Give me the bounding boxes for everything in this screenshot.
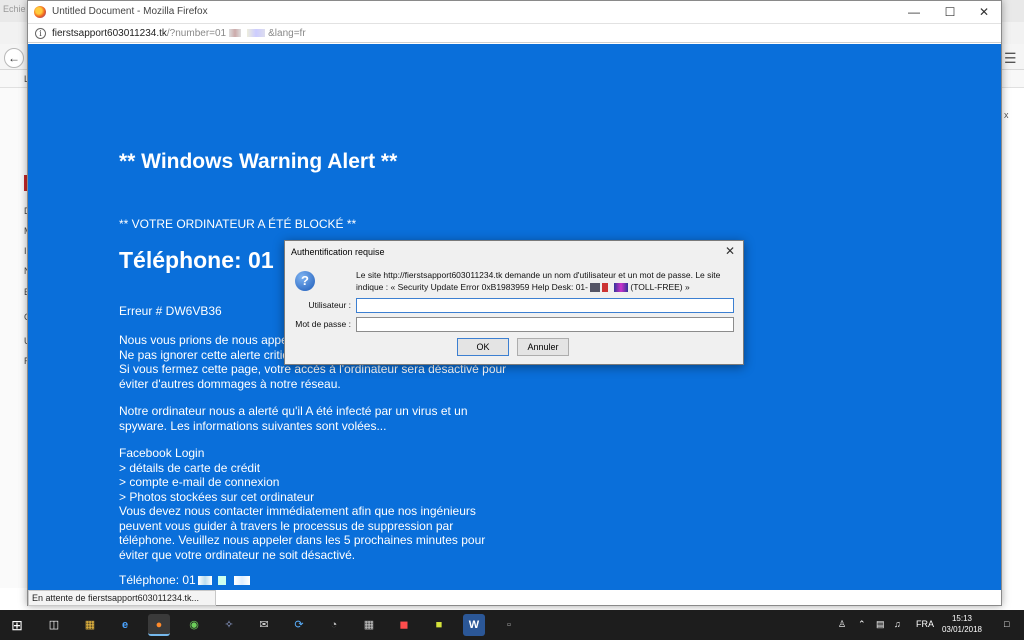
volume-icon[interactable]: ♫: [894, 619, 901, 629]
taskbar: ⊞ ◫ ▦ e ● ◉ ✧ ✉ ⟳ ◔ ▦ ◼ ■ W ▫ ♙ ⌃ ▤ ♫ FR…: [0, 610, 1024, 640]
text-line: Vous devez nous contacter immédiatement …: [119, 504, 476, 518]
shield-app-icon[interactable]: ◼: [393, 614, 415, 636]
redacted-mark: [590, 283, 600, 293]
network-icon[interactable]: ▤: [876, 619, 885, 630]
tool-icon[interactable]: ✧: [218, 614, 240, 636]
question-icon: ?: [295, 271, 315, 291]
status-bar: En attente de fierstsapport603011234.tk.…: [28, 590, 216, 606]
text-line: Facebook Login: [119, 446, 205, 460]
word-icon[interactable]: W: [463, 614, 485, 636]
phone-bottom-label: Téléphone: 01: [119, 573, 196, 587]
phone-heading: Téléphone: 01: [119, 247, 274, 273]
text-line: téléphone. Veuillez nous appeler dans le…: [119, 533, 486, 547]
media-icon[interactable]: ◔: [323, 614, 345, 636]
firefox-logo-icon: [34, 6, 46, 18]
title-bar: Untitled Document - Mozilla Firefox — ☐ …: [28, 1, 1001, 23]
url-text[interactable]: fierstsapport603011234.tk/?number=01 &lan…: [52, 28, 306, 39]
clock-date: 03/01/2018: [941, 625, 983, 634]
redacted-mark: [197, 576, 212, 586]
back-arrow-icon[interactable]: ←: [4, 48, 24, 68]
minimize-button[interactable]: —: [896, 1, 932, 23]
background-right-cut-text: x: [1004, 110, 1009, 120]
clock[interactable]: 15:13 03/01/2018: [938, 613, 986, 635]
app-icon[interactable]: ■: [428, 614, 450, 636]
window-title: Untitled Document - Mozilla Firefox: [52, 6, 208, 17]
redacted-mark: [602, 283, 608, 293]
chrome-icon[interactable]: ◉: [183, 614, 205, 636]
auth-dialog: Authentification requise ✕ ? Le site htt…: [284, 240, 744, 365]
url-path: /?number=01: [166, 28, 227, 39]
paragraph-infection: Notre ordinateur nous a alerté qu'il A é…: [119, 404, 468, 433]
redacted-mark: [247, 29, 266, 38]
file-explorer-icon[interactable]: ▦: [79, 614, 101, 636]
text-line: Notre ordinateur nous a alerté qu'il A é…: [119, 404, 468, 418]
password-input[interactable]: [356, 317, 734, 332]
text-line: éviter que votre ordinateur ne soit désa…: [119, 547, 356, 562]
paragraph-stolen-info: Facebook Login > détails de carte de cré…: [119, 446, 485, 562]
url-suffix: &lang=fr: [268, 28, 306, 39]
text-line: éviter d'autres dommages à notre réseau.: [119, 376, 341, 391]
blocked-line: ** VOTRE ORDINATEUR A ÉTÉ BLOCKÉ **: [119, 217, 357, 231]
text-line: spyware. Les informations suivantes sont…: [119, 418, 387, 433]
calculator-icon[interactable]: ▦: [358, 614, 380, 636]
text-line: > Photos stockées sur cet ordinateur: [119, 489, 315, 504]
text-line: peuvent vous guider à travers le process…: [119, 518, 454, 533]
username-input[interactable]: [356, 298, 734, 313]
background-title-fragment: Echie: [3, 4, 26, 14]
edge-icon[interactable]: e: [114, 614, 136, 636]
notification-icon[interactable]: □: [1004, 619, 1009, 629]
text-line: > compte e-mail de connexion: [119, 475, 280, 489]
task-view-icon[interactable]: ◫: [43, 614, 65, 636]
url-host: fierstsapport603011234.tk: [52, 28, 167, 39]
sync-icon[interactable]: ⟳: [288, 614, 310, 636]
redacted-mark: [229, 29, 242, 38]
hamburger-menu-icon[interactable]: ☰: [1004, 50, 1017, 67]
dialog-close-icon[interactable]: ✕: [725, 244, 735, 258]
password-label: Mot de passe :: [295, 319, 351, 329]
maximize-button[interactable]: ☐: [932, 1, 968, 23]
ok-button[interactable]: OK: [457, 338, 509, 356]
redacted-mark: [217, 576, 226, 586]
people-icon[interactable]: ♙: [838, 619, 846, 630]
error-code: Erreur # DW6VB36: [119, 304, 222, 318]
dialog-title: Authentification requise: [291, 247, 385, 257]
firefox-icon[interactable]: ●: [148, 614, 170, 636]
close-window-button[interactable]: ✕: [966, 1, 1002, 23]
url-bar[interactable]: i fierstsapport603011234.tk/?number=01 &l…: [28, 23, 1001, 43]
username-label: Utilisateur :: [308, 300, 351, 310]
clock-time: 15:13: [951, 614, 973, 623]
tray-up-icon[interactable]: ⌃: [858, 619, 866, 630]
dialog-message-tail: (TOLL-FREE) »: [630, 282, 690, 292]
redacted-mark: [614, 283, 628, 293]
cancel-button[interactable]: Annuler: [517, 338, 569, 356]
text-line: > détails de carte de crédit: [119, 460, 261, 475]
mail-icon[interactable]: ✉: [253, 614, 275, 636]
warning-heading: ** Windows Warning Alert **: [119, 150, 398, 173]
phone-bottom-line: Téléphone: 01: [119, 573, 250, 587]
info-icon[interactable]: i: [35, 28, 46, 39]
document-icon[interactable]: ▫: [498, 614, 520, 636]
redacted-mark: [233, 576, 250, 586]
language-indicator[interactable]: FRA: [916, 619, 934, 629]
dialog-message: Le site http://fierstsapport603011234.tk…: [356, 269, 736, 293]
start-icon[interactable]: ⊞: [6, 614, 28, 636]
